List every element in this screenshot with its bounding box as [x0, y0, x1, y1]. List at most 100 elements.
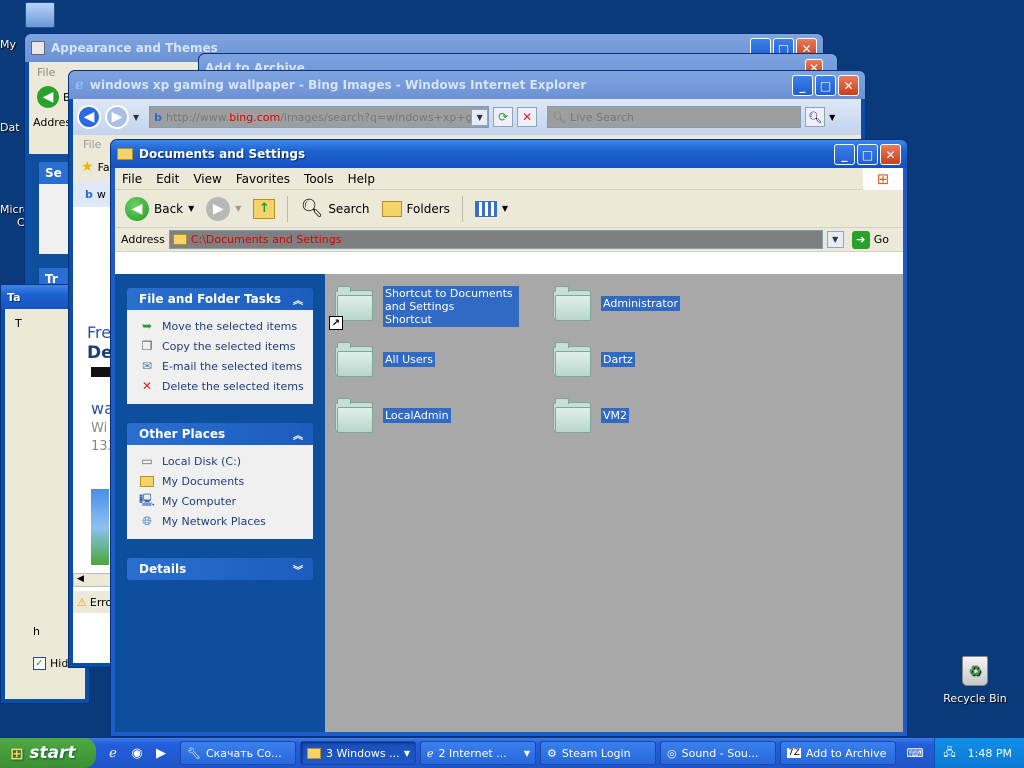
menu-view[interactable]: View: [186, 172, 228, 186]
place-network[interactable]: 🌐︎ My Network Places: [139, 511, 313, 531]
expand-chevron-icon[interactable]: ︾: [291, 562, 305, 577]
forward-button[interactable]: ▶ ▼: [202, 195, 245, 223]
ie-tab-label[interactable]: w: [97, 188, 106, 201]
clock[interactable]: 1:48 PM: [968, 747, 1012, 760]
folder-item[interactable]: VM2: [553, 398, 630, 434]
ie-search-button[interactable]: 🔍︎: [805, 107, 826, 127]
ie-search-options-icon[interactable]: ▼: [829, 113, 835, 122]
go-button[interactable]: ➔ Go: [848, 230, 903, 249]
documents-settings-window[interactable]: Documents and Settings _ □ ✕ File Edit V…: [110, 139, 908, 737]
folder-icon: [553, 286, 591, 322]
email-icon: ✉: [141, 359, 153, 373]
ie-forward-button[interactable]: ▶: [105, 105, 129, 129]
taskbar-button-sound[interactable]: ◎ Sound - Sou...: [660, 741, 776, 765]
media-quicklaunch-icon[interactable]: ◉: [128, 744, 146, 762]
ie-quicklaunch-icon[interactable]: ℯ: [104, 744, 122, 762]
task-move[interactable]: ➥ Move the selected items: [139, 316, 313, 336]
doc-titlebar[interactable]: Documents and Settings: [111, 140, 907, 168]
my-computer-icon: [25, 2, 55, 28]
my-computer-icon: 🖳: [139, 492, 156, 507]
details-header[interactable]: Details ︾: [127, 558, 313, 580]
ie-close-button[interactable]: ✕: [838, 75, 859, 96]
place-my-documents[interactable]: My Documents: [139, 471, 313, 491]
file-folder-tasks-title: File and Folder Tasks: [139, 292, 282, 306]
taskbar-button-steam[interactable]: ⚙ Steam Login: [540, 741, 656, 765]
back-icon[interactable]: ◀: [37, 86, 59, 108]
folder-item[interactable]: Dartz: [553, 342, 635, 378]
ie-page-thumbnail[interactable]: [91, 489, 109, 565]
ie-maximize-button[interactable]: □: [815, 75, 836, 96]
move-icon: ➥: [141, 319, 153, 333]
doc-close-button[interactable]: ✕: [880, 144, 901, 165]
ie-search-input[interactable]: 🔍︎ Live Search: [547, 106, 802, 128]
ie-favorites-label[interactable]: Fa: [98, 161, 110, 174]
back-dropdown-icon[interactable]: ▼: [188, 204, 194, 213]
ie-address-input[interactable]: b http://www. bing.com/images/search?q=wi…: [149, 106, 490, 128]
windows-logo-icon: ⊞: [863, 168, 903, 190]
file-folder-tasks-header[interactable]: File and Folder Tasks ︽: [127, 288, 313, 310]
taskbar-button-archive[interactable]: 7Z Add to Archive: [780, 741, 896, 765]
place-my-computer[interactable]: 🖳 My Computer: [139, 491, 313, 511]
folder-item[interactable]: All Users: [335, 342, 435, 378]
collapse-chevron-icon[interactable]: ︽: [291, 292, 305, 307]
folders-button[interactable]: Folders: [378, 199, 454, 219]
doc-minimize-button[interactable]: _: [834, 144, 855, 165]
ie-stop-button[interactable]: ✕: [517, 107, 538, 127]
ie-address-dropdown-icon[interactable]: ▼: [471, 109, 489, 126]
other-places-title: Other Places: [139, 427, 226, 441]
menu-favorites[interactable]: Favorites: [229, 172, 297, 186]
menu-file[interactable]: File: [115, 172, 149, 186]
steam-icon: ⚙: [547, 746, 557, 760]
menu-edit[interactable]: Edit: [149, 172, 186, 186]
start-button[interactable]: ⊞ start: [0, 738, 96, 768]
other-places-header[interactable]: Other Places ︽: [127, 423, 313, 445]
back-button[interactable]: ◀ Back ▼: [121, 195, 198, 223]
folder-label: All Users: [383, 352, 435, 367]
doc-maximize-button[interactable]: □: [857, 144, 878, 165]
tasks-sidebar: File and Folder Tasks ︽ ➥ Move the selec…: [115, 274, 325, 732]
my-computer-desktop-icon[interactable]: [20, 2, 60, 28]
folder-item[interactable]: Administrator: [553, 286, 680, 322]
recycle-bin[interactable]: ♻ Recycle Bin: [940, 656, 1010, 705]
address-input[interactable]: C:\Documents and Settings: [168, 230, 823, 249]
keyboard-icon[interactable]: ⌨: [906, 744, 924, 762]
ie-refresh-button[interactable]: ⟳: [493, 107, 514, 127]
taskbar-button-ie-group[interactable]: ℯ 2 Internet ... ▼: [420, 741, 536, 765]
network-tray-icon[interactable]: 🖧: [943, 744, 955, 763]
ie-back-button[interactable]: ◀: [77, 105, 101, 129]
ie-minimize-button[interactable]: _: [792, 75, 813, 96]
task-delete[interactable]: ✕ Delete the selected items: [139, 376, 313, 396]
ie-status-error: Erro: [89, 595, 113, 609]
menu-help[interactable]: Help: [341, 172, 382, 186]
ie-history-dropdown-icon[interactable]: ▼: [133, 113, 139, 122]
ie-url-domain: bing.com: [229, 110, 281, 124]
taskbar-archive-label: Add to Archive: [805, 746, 887, 760]
desktop-label-my: My: [0, 38, 17, 51]
taskbar: ⊞ start ℯ ◉ ▶ 🔧︎ Скачать Со... 3 Windows…: [0, 738, 1024, 768]
ie-navbar: ◀ ▶ ▼ b http://www. bing.com/images/searc…: [73, 99, 861, 135]
folder-item[interactable]: ↗ Shortcut to Documents and Settings Shor…: [329, 286, 519, 330]
place-local-disk[interactable]: ▭ Local Disk (C:): [139, 451, 313, 471]
collapse-chevron-icon[interactable]: ︽: [291, 427, 305, 442]
hide-checkbox[interactable]: ✓: [33, 657, 46, 670]
ie-titlebar[interactable]: ℯ windows xp gaming wallpaper - Bing Ima…: [69, 71, 865, 99]
menu-tools[interactable]: Tools: [297, 172, 341, 186]
task-copy[interactable]: ❐ Copy the selected items: [139, 336, 313, 356]
address-dropdown-icon[interactable]: ▼: [826, 231, 844, 248]
task-email[interactable]: ✉ E-mail the selected items: [139, 356, 313, 376]
views-button[interactable]: ▼: [471, 199, 512, 219]
views-dropdown-icon[interactable]: ▼: [502, 204, 508, 213]
folder-item[interactable]: LocalAdmin: [335, 398, 451, 434]
download-icon: 🔧︎: [187, 746, 201, 760]
search-button[interactable]: 🔍︎ Search: [296, 196, 373, 221]
up-folder-button[interactable]: ↑: [249, 197, 279, 221]
taskbar-button-download[interactable]: 🔧︎ Скачать Со...: [180, 741, 296, 765]
taskbar-button-windows-group[interactable]: 3 Windows ... ▼: [300, 741, 416, 765]
player-quicklaunch-icon[interactable]: ▶: [152, 744, 170, 762]
taskbar-steam-label: Steam Login: [561, 746, 631, 760]
forward-dropdown-icon[interactable]: ▼: [235, 204, 241, 213]
ie-hscroll-left-icon[interactable]: ◀: [73, 573, 113, 587]
ie-page-fre[interactable]: Fre: [87, 323, 111, 342]
ie-search-magnifier-icon: 🔍︎: [552, 110, 567, 124]
windows-flag-icon: ⊞: [10, 743, 24, 763]
